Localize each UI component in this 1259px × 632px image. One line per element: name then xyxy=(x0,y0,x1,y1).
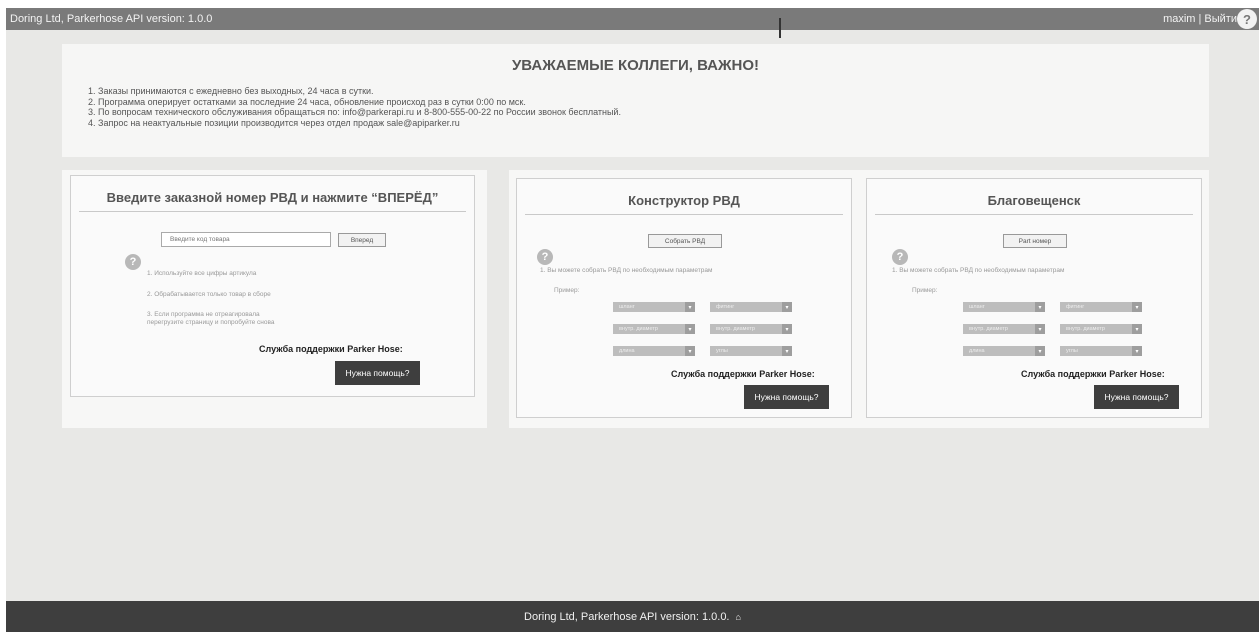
need-help-button[interactable]: Нужна помощь? xyxy=(1094,385,1179,409)
footer: Doring Ltd, Parkerhose API version: 1.0.… xyxy=(6,601,1259,632)
order-card: Введите заказной номер РВД и нажмите “ВП… xyxy=(70,175,475,397)
chevron-down-icon: ▾ xyxy=(685,324,695,334)
assemble-rvd-button[interactable]: Собрать РВД xyxy=(648,234,722,248)
chevron-down-icon: ▾ xyxy=(685,302,695,312)
question-icon: ? xyxy=(892,249,908,265)
home-icon[interactable]: ⌂ xyxy=(736,612,741,622)
chevron-down-icon: ▾ xyxy=(1132,302,1142,312)
support-label: Служба поддержки Parker Hose: xyxy=(1021,369,1165,379)
length-select[interactable]: длина ▾ xyxy=(963,346,1045,356)
notice-item: 2. Программа оперирует остатками за посл… xyxy=(88,96,526,107)
diameter-select[interactable]: внутр. диаметр ▾ xyxy=(1060,324,1142,334)
hose-select[interactable]: шланг ▾ xyxy=(613,302,695,312)
help-icon[interactable]: ? xyxy=(1237,9,1257,29)
divider xyxy=(875,214,1193,215)
length-select[interactable]: длина ▾ xyxy=(613,346,695,356)
chevron-down-icon: ▾ xyxy=(1132,324,1142,334)
angle-select[interactable]: углы ▾ xyxy=(710,346,792,356)
tip-item: 3. Если программа не отреагировала перег… xyxy=(147,311,275,326)
tip-item: 1. Используйте все цифры артикула xyxy=(147,270,257,277)
chevron-down-icon: ▾ xyxy=(1132,346,1142,356)
app-brand: Doring Ltd, Parkerhose API version: 1.0.… xyxy=(10,13,213,25)
notice-item: 3. По вопросам технического обслуживания… xyxy=(88,107,621,117)
notice-title: УВАЖАЕМЫЕ КОЛЛЕГИ, ВАЖНО! xyxy=(511,57,760,74)
notice-list: 1. Заказы принимаются с ежедневно без вы… xyxy=(88,86,621,128)
example-label: Пример: xyxy=(554,287,580,294)
question-icon: ? xyxy=(125,254,141,270)
footer-text: Doring Ltd, Parkerhose API version: 1.0.… xyxy=(524,610,730,623)
divider xyxy=(79,211,466,212)
support-label: Служба поддержки Parker Hose: xyxy=(671,369,815,379)
product-code-input[interactable]: Введите код товара xyxy=(161,232,331,247)
chevron-down-icon: ▾ xyxy=(1035,302,1045,312)
divider xyxy=(525,214,843,215)
top-bar: Doring Ltd, Parkerhose API version: 1.0.… xyxy=(6,8,1259,30)
constructor-card-title: Конструктор РВД xyxy=(628,193,740,208)
angle-select[interactable]: углы ▾ xyxy=(1060,346,1142,356)
order-card-title: Введите заказной номер РВД и нажмите “ВП… xyxy=(106,190,439,205)
example-label: Пример: xyxy=(912,287,938,294)
chevron-down-icon: ▾ xyxy=(782,346,792,356)
tip-item: 1. Вы можете собрать РВД по необходимым … xyxy=(892,267,1065,274)
question-icon: ? xyxy=(537,249,553,265)
text-cursor xyxy=(779,18,781,38)
notice-panel: УВАЖАЕМЫЕ КОЛЛЕГИ, ВАЖНО! 1. Заказы прин… xyxy=(62,44,1209,157)
constructor-card: Конструктор РВД Собрать РВД ? 1. Вы може… xyxy=(516,178,852,418)
need-help-button[interactable]: Нужна помощь? xyxy=(744,385,829,409)
blag-card-title: Благовещенск xyxy=(987,193,1081,208)
need-help-button[interactable]: Нужна помощь? xyxy=(335,361,420,385)
fitting-select[interactable]: фитинг ▾ xyxy=(710,302,792,312)
hose-select[interactable]: шланг ▾ xyxy=(963,302,1045,312)
tip-item: 2. Обрабатывается только товар в сборе xyxy=(147,291,271,298)
notice-item: 1. Заказы принимаются с ежедневно без вы… xyxy=(88,86,374,96)
part-number-button[interactable]: Part номер xyxy=(1003,234,1067,248)
notice-item: 4. Запрос на неактуальные позиции произв… xyxy=(88,117,460,128)
chevron-down-icon: ▾ xyxy=(782,302,792,312)
forward-button[interactable]: Вперед xyxy=(338,233,386,247)
chevron-down-icon: ▾ xyxy=(782,324,792,334)
diameter-select[interactable]: внутр. диаметр ▾ xyxy=(963,324,1045,334)
diameter-select[interactable]: внутр. диаметр ▾ xyxy=(710,324,792,334)
tip-item: 1. Вы можете собрать РВД по необходимым … xyxy=(540,267,713,274)
chevron-down-icon: ▾ xyxy=(685,346,695,356)
diameter-select[interactable]: внутр. диаметр ▾ xyxy=(613,324,695,334)
fitting-select[interactable]: фитинг ▾ xyxy=(1060,302,1142,312)
blagoveshchensk-card: Благовещенск Part номер ? 1. Вы можете с… xyxy=(866,178,1202,418)
user-logout-link[interactable]: maxim | Выйти xyxy=(1163,13,1237,25)
chevron-down-icon: ▾ xyxy=(1035,346,1045,356)
support-label: Служба поддержки Parker Hose: xyxy=(259,344,403,354)
chevron-down-icon: ▾ xyxy=(1035,324,1045,334)
